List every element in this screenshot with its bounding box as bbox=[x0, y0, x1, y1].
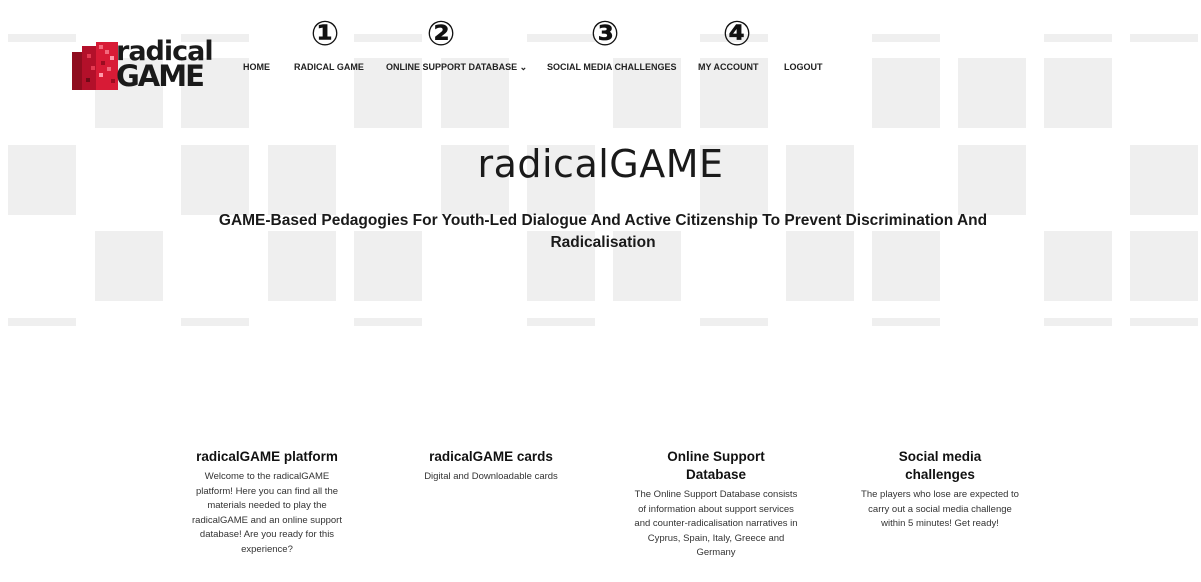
background-square bbox=[354, 318, 422, 326]
nav-social-media-challenges[interactable]: SOCIAL MEDIA CHALLENGES bbox=[547, 62, 677, 72]
feature-description: Digital and Downloadable cards bbox=[424, 471, 558, 482]
feature-title: Social media challenges bbox=[898, 449, 982, 482]
background-square bbox=[1130, 231, 1198, 301]
background-square bbox=[872, 318, 940, 326]
nav-my-account[interactable]: MY ACCOUNT bbox=[698, 62, 759, 72]
background-square bbox=[1130, 318, 1198, 326]
feature-description: The Online Support Database consists of … bbox=[634, 489, 798, 558]
feature-cards: radicalGAME cards Digital and Downloadab… bbox=[401, 448, 581, 485]
background-square bbox=[1044, 318, 1112, 326]
feature-title: radicalGAME platform bbox=[196, 449, 338, 464]
hero-title: radicalGAME bbox=[477, 142, 724, 186]
feature-description: Welcome to the radicalGAME platform! Her… bbox=[192, 471, 342, 555]
feature-title: radicalGAME cards bbox=[429, 449, 553, 464]
site-logo[interactable]: radical GAME bbox=[72, 38, 214, 94]
background-square bbox=[700, 318, 768, 326]
feature-platform: radicalGAME platform Welcome to the radi… bbox=[177, 448, 357, 557]
feature-description: The players who lose are expected to car… bbox=[861, 489, 1019, 529]
nav-online-support-database[interactable]: ONLINE SUPPORT DATABASE ⌄ bbox=[386, 62, 527, 73]
nav-radical-game[interactable]: RADICAL GAME bbox=[294, 62, 364, 72]
logo-mark-icon bbox=[72, 42, 118, 90]
annotation-marker-4: ④ bbox=[722, 14, 752, 54]
background-square bbox=[95, 231, 163, 301]
site-header: radical GAME ① ② ③ ④ HOME RADICAL GAME O… bbox=[0, 0, 1201, 110]
background-square bbox=[1044, 231, 1112, 301]
background-square bbox=[527, 318, 595, 326]
logo-text-game: GAME bbox=[116, 59, 205, 93]
annotation-marker-1: ① bbox=[310, 14, 340, 54]
background-square bbox=[181, 318, 249, 326]
annotation-marker-3: ③ bbox=[590, 14, 620, 54]
feature-online-support-database: Online Support Database The Online Suppo… bbox=[626, 448, 806, 561]
nav-home[interactable]: HOME bbox=[243, 62, 270, 72]
feature-social-media-challenges: Social media challenges The players who … bbox=[850, 448, 1030, 532]
feature-title: Online Support Database bbox=[667, 449, 765, 482]
hero-subtitle: GAME-Based Pedagogies For Youth-Led Dial… bbox=[218, 212, 988, 251]
nav-logout[interactable]: LOGOUT bbox=[784, 62, 823, 72]
background-square bbox=[8, 318, 76, 326]
annotation-marker-2: ② bbox=[426, 14, 456, 54]
